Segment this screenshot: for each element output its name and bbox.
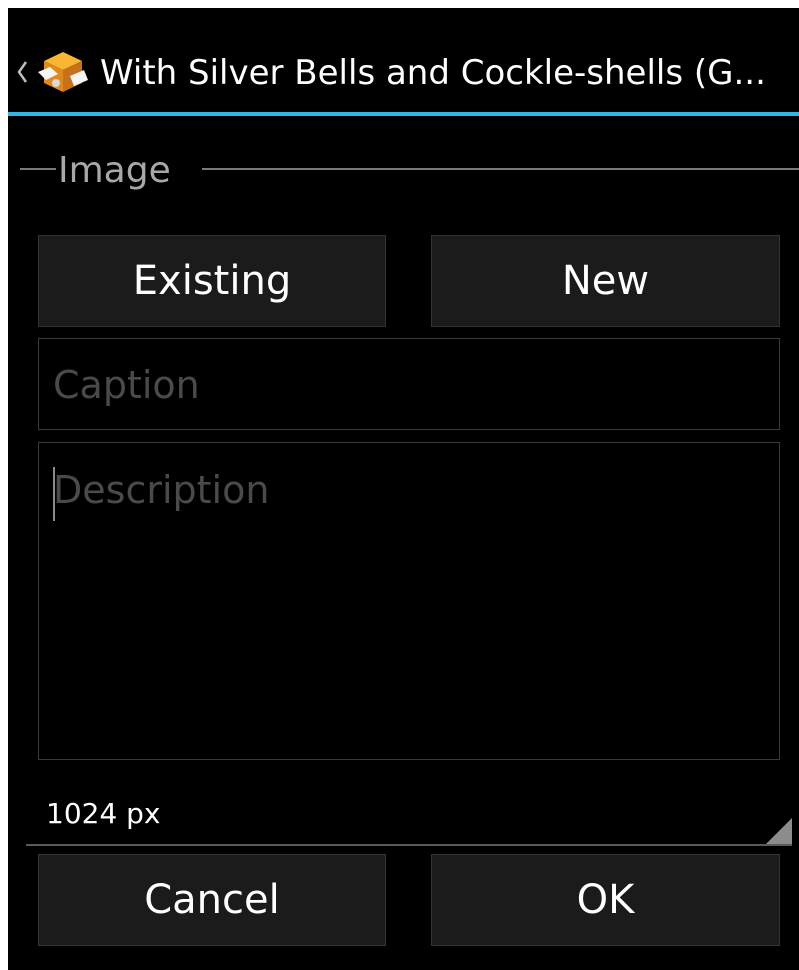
app-logo-icon[interactable] bbox=[36, 50, 90, 96]
dropdown-corner-icon bbox=[766, 818, 792, 844]
existing-image-button[interactable]: Existing bbox=[38, 235, 386, 327]
cancel-button[interactable]: Cancel bbox=[38, 854, 386, 946]
action-bar-title: With Silver Bells and Cockle-shells (G..… bbox=[100, 53, 766, 93]
section-divider-left bbox=[20, 168, 56, 170]
description-placeholder: Description bbox=[53, 468, 270, 512]
new-image-button[interactable]: New bbox=[431, 235, 780, 327]
image-size-spinner[interactable]: 1024 px bbox=[26, 788, 792, 846]
dialog-screen: With Silver Bells and Cockle-shells (G..… bbox=[8, 8, 799, 970]
description-field[interactable]: Description bbox=[38, 442, 780, 760]
ok-button[interactable]: OK bbox=[431, 854, 780, 946]
caption-field[interactable]: Caption bbox=[38, 338, 780, 430]
section-divider-right bbox=[202, 168, 799, 170]
chevron-left-icon[interactable] bbox=[16, 59, 28, 85]
action-bar-divider bbox=[8, 112, 799, 116]
action-bar: With Silver Bells and Cockle-shells (G..… bbox=[8, 8, 799, 112]
spinner-underline bbox=[26, 844, 792, 846]
image-size-value: 1024 px bbox=[46, 797, 161, 830]
section-title: Image bbox=[58, 150, 171, 191]
caption-placeholder: Caption bbox=[53, 363, 200, 407]
